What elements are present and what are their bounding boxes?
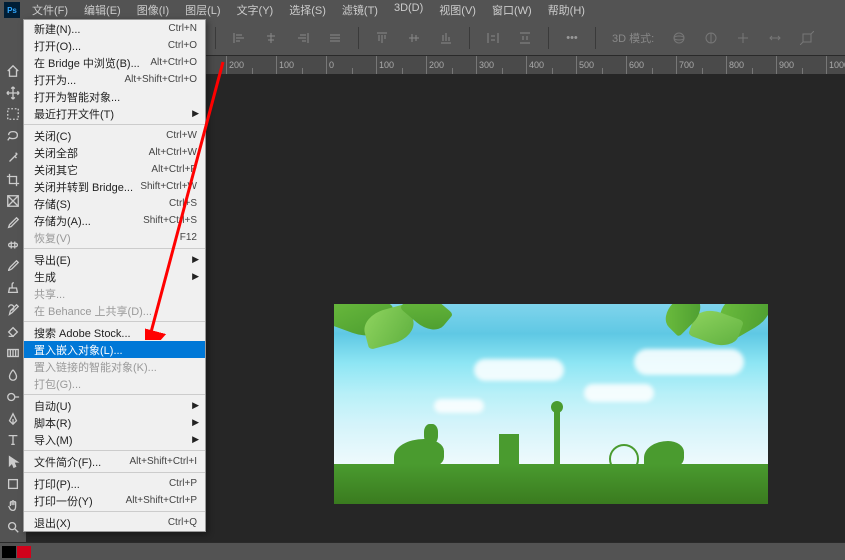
3d-roll-icon[interactable]	[698, 25, 724, 51]
menu-10[interactable]: 帮助(H)	[540, 0, 593, 20]
file-menu-dropdown: 新建(N)...Ctrl+N打开(O)...Ctrl+O在 Bridge 中浏览…	[23, 19, 206, 532]
file-menu-item: 共享...	[24, 285, 205, 302]
file-menu-item[interactable]: 导入(M)▶	[24, 431, 205, 448]
more-options-icon[interactable]: •••	[559, 25, 585, 51]
file-menu-item[interactable]: 新建(N)...Ctrl+N	[24, 20, 205, 37]
distribute-icon[interactable]	[322, 25, 348, 51]
file-menu-item[interactable]: 在 Bridge 中浏览(B)...Alt+Ctrl+O	[24, 54, 205, 71]
align-top-icon[interactable]	[369, 25, 395, 51]
file-menu-item[interactable]: 关闭其它Alt+Ctrl+P	[24, 161, 205, 178]
file-menu-item: 恢复(V)F12	[24, 229, 205, 246]
file-menu-item[interactable]: 存储(S)Ctrl+S	[24, 195, 205, 212]
menu-3[interactable]: 图层(L)	[177, 0, 228, 20]
distribute-v-icon[interactable]	[512, 25, 538, 51]
menu-5[interactable]: 选择(S)	[281, 0, 334, 20]
align-center-h-icon[interactable]	[258, 25, 284, 51]
file-menu-item[interactable]: 最近打开文件(T)▶	[24, 105, 205, 122]
artboard-image[interactable]	[334, 304, 768, 504]
file-menu-item[interactable]: 关闭(C)Ctrl+W	[24, 127, 205, 144]
swatch-black[interactable]	[2, 546, 16, 558]
menu-9[interactable]: 窗口(W)	[484, 0, 540, 20]
3d-mode-label: 3D 模式:	[612, 30, 654, 46]
menu-2[interactable]: 图像(I)	[129, 0, 177, 20]
color-swatches	[2, 546, 31, 558]
file-menu-item[interactable]: 存储为(A)...Shift+Ctrl+S	[24, 212, 205, 229]
file-menu-item[interactable]: 打印(P)...Ctrl+P	[24, 475, 205, 492]
file-menu-item[interactable]: 打开(O)...Ctrl+O	[24, 37, 205, 54]
file-menu-item: 在 Behance 上共享(D)...	[24, 302, 205, 319]
menubar: Ps 文件(F)编辑(E)图像(I)图层(L)文字(Y)选择(S)滤镜(T)3D…	[0, 0, 845, 20]
menu-0[interactable]: 文件(F)	[24, 0, 76, 20]
swatch-red[interactable]	[17, 546, 31, 558]
file-menu-item: 打包(G)...	[24, 375, 205, 392]
3d-orbit-icon[interactable]	[666, 25, 692, 51]
menu-1[interactable]: 编辑(E)	[76, 0, 129, 20]
3d-scale-icon[interactable]	[794, 25, 820, 51]
menu-8[interactable]: 视图(V)	[431, 0, 484, 20]
file-menu-item[interactable]: 搜索 Adobe Stock...	[24, 324, 205, 341]
file-menu-item[interactable]: 关闭并转到 Bridge...Shift+Ctrl+W	[24, 178, 205, 195]
file-menu-item[interactable]: 生成▶	[24, 268, 205, 285]
menu-6[interactable]: 滤镜(T)	[334, 0, 386, 20]
distribute-h-icon[interactable]	[480, 25, 506, 51]
file-menu-item[interactable]: 退出(X)Ctrl+Q	[24, 514, 205, 531]
file-menu-item[interactable]: 脚本(R)▶	[24, 414, 205, 431]
3d-slide-icon[interactable]	[762, 25, 788, 51]
file-menu-item[interactable]: 文件简介(F)...Alt+Shift+Ctrl+I	[24, 453, 205, 470]
align-left-icon[interactable]	[226, 25, 252, 51]
app-icon: Ps	[4, 2, 20, 18]
align-middle-icon[interactable]	[401, 25, 427, 51]
file-menu-item: 置入链接的智能对象(K)...	[24, 358, 205, 375]
menu-4[interactable]: 文字(Y)	[229, 0, 282, 20]
status-bar	[0, 542, 845, 560]
align-bottom-icon[interactable]	[433, 25, 459, 51]
file-menu-item[interactable]: 置入嵌入对象(L)...	[24, 341, 205, 358]
align-right-icon[interactable]	[290, 25, 316, 51]
file-menu-item[interactable]: 打印一份(Y)Alt+Shift+Ctrl+P	[24, 492, 205, 509]
file-menu-item[interactable]: 打开为智能对象...	[24, 88, 205, 105]
menu-7[interactable]: 3D(D)	[386, 0, 431, 20]
file-menu-item[interactable]: 关闭全部Alt+Ctrl+W	[24, 144, 205, 161]
file-menu-item[interactable]: 打开为...Alt+Shift+Ctrl+O	[24, 71, 205, 88]
file-menu-item[interactable]: 导出(E)▶	[24, 251, 205, 268]
file-menu-item[interactable]: 自动(U)▶	[24, 397, 205, 414]
3d-pan-icon[interactable]	[730, 25, 756, 51]
